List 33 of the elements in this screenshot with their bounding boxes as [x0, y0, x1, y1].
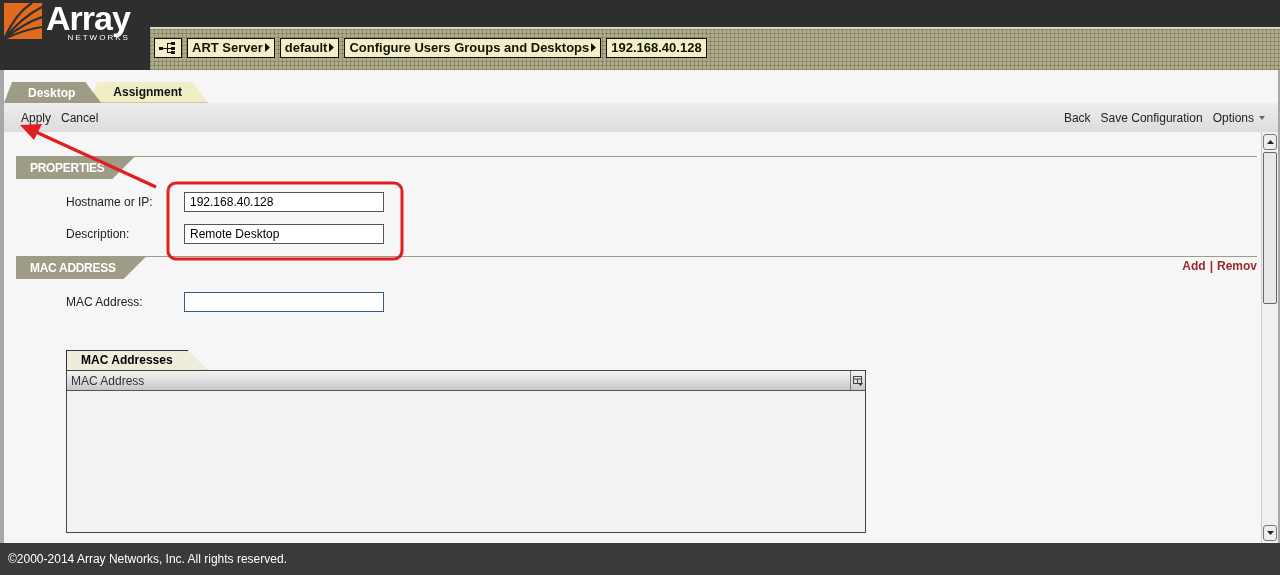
options-menu[interactable]: Options	[1207, 110, 1270, 125]
breadcrumb-item[interactable]: default	[279, 37, 340, 58]
section-title: PROPERTIES	[16, 157, 135, 179]
action-link[interactable]: Remov	[1217, 259, 1257, 273]
input-field[interactable]: 192.168.40.128	[184, 192, 384, 212]
scroll-down-icon[interactable]	[1266, 531, 1274, 535]
logo-icon	[4, 3, 42, 39]
breadcrumb-item[interactable]: Configure Users Groups and Desktops	[344, 37, 602, 58]
section-title: MAC ADDRESS	[16, 257, 146, 279]
toolbar-link[interactable]: Save Configuration	[1095, 110, 1208, 125]
column-menu-icon[interactable]	[850, 371, 865, 390]
scrollbar[interactable]	[1261, 132, 1278, 543]
breadcrumb-item[interactable]: 192.168.40.128	[606, 37, 707, 58]
field-label: Hostname or IP:	[66, 195, 154, 209]
caret-icon	[329, 43, 335, 52]
breadcrumb-button[interactable]	[154, 37, 182, 58]
input-field[interactable]	[184, 292, 384, 312]
network-icon	[159, 41, 177, 54]
toolbar-link[interactable]: Back	[1058, 110, 1096, 125]
scroll-up-icon[interactable]	[1266, 140, 1274, 144]
breadcrumb-item[interactable]: ART Server	[187, 37, 275, 58]
caret-icon	[591, 43, 597, 52]
toolbar-link[interactable]: Apply	[16, 110, 57, 125]
caret-icon	[264, 43, 270, 52]
field-label: MAC Address:	[66, 295, 144, 309]
action-link[interactable]: Add	[1182, 259, 1206, 273]
caret-icon	[1259, 115, 1265, 120]
copyright-text: ©2000-2014 Array Networks, Inc. All rights reserved.	[8, 552, 287, 566]
field-label: Description:	[66, 227, 131, 241]
separator: |	[1209, 259, 1213, 273]
input-field[interactable]: Remote Desktop	[184, 224, 384, 244]
toolbar-link[interactable]: Cancel	[56, 110, 104, 125]
grid-tab[interactable]: MAC Addresses	[66, 350, 208, 370]
